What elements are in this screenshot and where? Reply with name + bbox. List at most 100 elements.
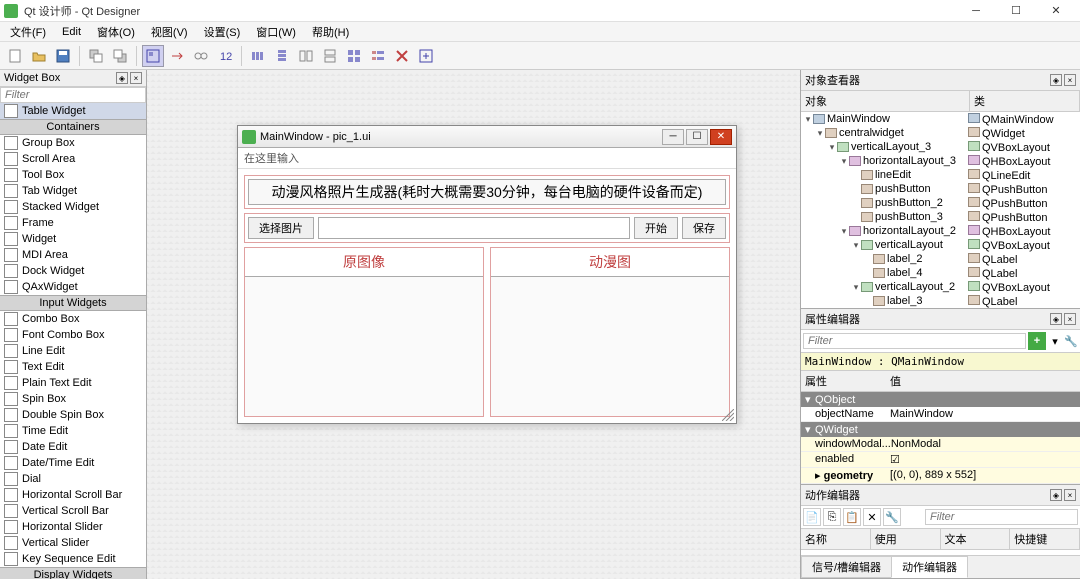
- menu-help[interactable]: 帮助(H): [304, 22, 357, 42]
- widget-item[interactable]: Tool Box: [0, 167, 146, 183]
- design-close-button[interactable]: ✕: [710, 129, 732, 145]
- widget-item[interactable]: MDI Area: [0, 247, 146, 263]
- tree-row[interactable]: ▾horizontalLayout_2QHBoxLayout: [801, 224, 1080, 238]
- expand-icon[interactable]: ▾: [839, 226, 849, 237]
- widget-item[interactable]: Dock Widget: [0, 263, 146, 279]
- dock-close-button[interactable]: ×: [1064, 313, 1076, 325]
- resize-grip-icon[interactable]: [722, 409, 734, 421]
- property-tool-button[interactable]: 🔧: [1064, 335, 1078, 348]
- edit-buddies-button[interactable]: [190, 45, 212, 67]
- property-menu-button[interactable]: ▾: [1048, 335, 1062, 348]
- tree-row[interactable]: ▾MainWindowQMainWindow: [801, 112, 1080, 126]
- tree-row[interactable]: ▾verticalLayoutQVBoxLayout: [801, 238, 1080, 252]
- widget-box-list[interactable]: Table Widget Containers Group BoxScroll …: [0, 103, 146, 579]
- edit-signals-button[interactable]: [166, 45, 188, 67]
- save-button-design[interactable]: 保存: [682, 217, 726, 239]
- new-form-button[interactable]: [4, 45, 26, 67]
- menu-edit[interactable]: Edit: [54, 24, 89, 40]
- widget-item[interactable]: Horizontal Slider: [0, 519, 146, 535]
- design-maximize-button[interactable]: ☐: [686, 129, 708, 145]
- widget-item[interactable]: Group Box: [0, 135, 146, 151]
- widget-item[interactable]: Frame: [0, 215, 146, 231]
- tree-row[interactable]: ▾horizontalLayout_3QHBoxLayout: [801, 154, 1080, 168]
- tree-row[interactable]: ▾centralwidgetQWidget: [801, 126, 1080, 140]
- layout-hsplit-button[interactable]: [295, 45, 317, 67]
- widget-item[interactable]: Widget: [0, 231, 146, 247]
- delete-action-button[interactable]: ✕: [863, 508, 881, 526]
- tree-row[interactable]: label_3QLabel: [801, 294, 1080, 308]
- dock-close-button[interactable]: ×: [1064, 489, 1076, 501]
- widget-item[interactable]: Plain Text Edit: [0, 375, 146, 391]
- property-category[interactable]: ▾QObject: [801, 392, 1080, 407]
- dock-float-button[interactable]: ◈: [116, 72, 128, 84]
- copy-action-button[interactable]: ⎘: [823, 508, 841, 526]
- save-button[interactable]: [52, 45, 74, 67]
- widget-item[interactable]: Font Combo Box: [0, 327, 146, 343]
- widget-item[interactable]: QAxWidget: [0, 279, 146, 295]
- close-button[interactable]: ✕: [1036, 1, 1076, 21]
- layout-form-button[interactable]: [367, 45, 389, 67]
- widget-item[interactable]: Table Widget: [0, 103, 146, 119]
- widget-item[interactable]: Time Edit: [0, 423, 146, 439]
- widget-category[interactable]: Input Widgets: [0, 295, 146, 311]
- menu-file[interactable]: 文件(F): [2, 22, 54, 42]
- widget-item[interactable]: Tab Widget: [0, 183, 146, 199]
- design-minimize-button[interactable]: ─: [662, 129, 684, 145]
- tree-row[interactable]: pushButton_2QPushButton: [801, 196, 1080, 210]
- widget-item[interactable]: Spin Box: [0, 391, 146, 407]
- tab-action-editor[interactable]: 动作编辑器: [891, 556, 968, 578]
- break-layout-button[interactable]: [391, 45, 413, 67]
- tree-row[interactable]: ▾verticalLayout_2QVBoxLayout: [801, 280, 1080, 294]
- add-property-button[interactable]: +: [1028, 332, 1046, 350]
- select-image-button[interactable]: 选择图片: [248, 217, 314, 239]
- minimize-button[interactable]: ─: [956, 1, 996, 21]
- widget-item[interactable]: Combo Box: [0, 311, 146, 327]
- layout-vertical-button[interactable]: [271, 45, 293, 67]
- widget-item[interactable]: Dial: [0, 471, 146, 487]
- property-filter[interactable]: [803, 333, 1026, 349]
- widget-box-filter[interactable]: [0, 87, 146, 103]
- widget-item[interactable]: Vertical Slider: [0, 535, 146, 551]
- expand-icon[interactable]: ▾: [851, 282, 861, 293]
- design-window-titlebar[interactable]: MainWindow - pic_1.ui ─ ☐ ✕: [238, 126, 736, 148]
- open-button[interactable]: [28, 45, 50, 67]
- widget-item[interactable]: Date/Time Edit: [0, 455, 146, 471]
- layout-vsplit-button[interactable]: [319, 45, 341, 67]
- expand-icon[interactable]: ▾: [839, 156, 849, 167]
- tree-row[interactable]: pushButton_3QPushButton: [801, 210, 1080, 224]
- property-category[interactable]: ▾QWidget: [801, 422, 1080, 437]
- start-button[interactable]: 开始: [634, 217, 678, 239]
- configure-action-button[interactable]: 🔧: [883, 508, 901, 526]
- path-input[interactable]: [318, 217, 630, 239]
- maximize-button[interactable]: ☐: [996, 1, 1036, 21]
- new-action-button[interactable]: 📄: [803, 508, 821, 526]
- tab-signal-slot[interactable]: 信号/槽编辑器: [801, 556, 892, 578]
- widget-item[interactable]: Key Sequence Edit: [0, 551, 146, 567]
- widget-item[interactable]: Line Edit: [0, 343, 146, 359]
- widget-item[interactable]: Double Spin Box: [0, 407, 146, 423]
- widget-item[interactable]: Date Edit: [0, 439, 146, 455]
- widget-item[interactable]: Text Edit: [0, 359, 146, 375]
- adjust-size-button[interactable]: [415, 45, 437, 67]
- tree-row[interactable]: ▾verticalLayout_3QVBoxLayout: [801, 140, 1080, 154]
- bring-front-button[interactable]: [109, 45, 131, 67]
- expand-icon[interactable]: ▾: [851, 240, 861, 251]
- edit-tab-order-button[interactable]: 12: [214, 45, 236, 67]
- widget-category[interactable]: Containers: [0, 119, 146, 135]
- tree-row[interactable]: pushButtonQPushButton: [801, 182, 1080, 196]
- widget-category[interactable]: Display Widgets: [0, 567, 146, 579]
- dock-close-button[interactable]: ×: [1064, 74, 1076, 86]
- expand-icon[interactable]: ▾: [803, 114, 813, 125]
- expand-icon[interactable]: ▾: [815, 128, 825, 139]
- layout-horizontal-button[interactable]: [247, 45, 269, 67]
- layout-grid-button[interactable]: [343, 45, 365, 67]
- tree-row[interactable]: label_2QLabel: [801, 252, 1080, 266]
- dock-float-button[interactable]: ◈: [1050, 74, 1062, 86]
- menu-settings[interactable]: 设置(S): [196, 22, 249, 42]
- dock-float-button[interactable]: ◈: [1050, 313, 1062, 325]
- menu-view[interactable]: 视图(V): [143, 22, 196, 42]
- widget-item[interactable]: Stacked Widget: [0, 199, 146, 215]
- action-filter[interactable]: [925, 509, 1078, 525]
- menu-window[interactable]: 窗口(W): [248, 22, 304, 42]
- object-tree[interactable]: ▾MainWindowQMainWindow▾centralwidgetQWid…: [801, 112, 1080, 308]
